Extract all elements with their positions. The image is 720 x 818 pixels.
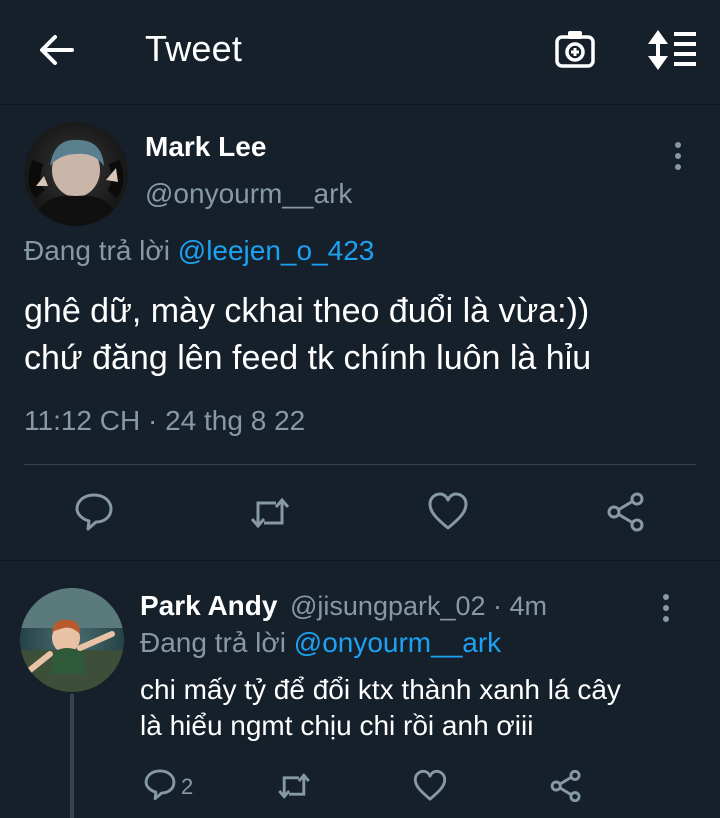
- tweet-text: ghê dữ, mày ckhai theo đuổi là vừa:)) ch…: [24, 288, 704, 382]
- reply-author-name[interactable]: Park Andy: [140, 590, 277, 622]
- avatar[interactable]: [20, 588, 124, 692]
- section-divider: [0, 560, 720, 561]
- replying-mention-link[interactable]: @leejen_o_423: [178, 235, 375, 266]
- avatar-image: [20, 588, 124, 692]
- replying-to: Đang trả lời @leejen_o_423: [24, 235, 374, 267]
- share-icon[interactable]: [604, 490, 648, 534]
- back-arrow-icon[interactable]: [36, 30, 76, 70]
- reply-icon[interactable]: [142, 766, 178, 802]
- avatar-image: [28, 139, 124, 226]
- reply-text-line: chi mấy tỷ để đổi ktx thành xanh lá cây: [140, 674, 621, 705]
- share-icon[interactable]: [548, 768, 584, 804]
- replying-prefix: Đang trả lời: [140, 627, 286, 658]
- retweet-icon[interactable]: [276, 768, 312, 804]
- sort-icon[interactable]: [644, 28, 696, 72]
- reply-count: 2: [181, 774, 194, 799]
- page-title: Tweet: [145, 28, 243, 69]
- like-heart-icon[interactable]: [426, 490, 470, 534]
- tweet-text-line: chứ đăng lên feed tk chính luôn là hỉu: [24, 339, 592, 377]
- top-bar: Tweet: [0, 0, 720, 105]
- tweet-timestamp[interactable]: 11:12 CH · 24 thg 8 22: [24, 405, 305, 437]
- author-name[interactable]: Mark Lee: [145, 131, 266, 163]
- replying-prefix: Đang trả lời: [24, 235, 170, 266]
- replying-to: Đang trả lời @onyourm__ark: [140, 627, 501, 659]
- reply-author-handle-time[interactable]: @jisungpark_02 · 4m: [290, 591, 547, 622]
- author-handle[interactable]: @onyourm__ark: [145, 178, 352, 210]
- more-options-icon[interactable]: [654, 592, 678, 624]
- reply-text: chi mấy tỷ để đổi ktx thành xanh lá cây …: [140, 672, 700, 744]
- like-heart-icon[interactable]: [412, 768, 448, 804]
- thread-line: [70, 694, 74, 818]
- divider: [24, 464, 696, 465]
- tweet-text-line: ghê dữ, mày ckhai theo đuổi là vừa:)): [24, 292, 590, 330]
- avatar[interactable]: [24, 122, 128, 226]
- reply-icon[interactable]: [72, 489, 116, 533]
- more-options-icon[interactable]: [666, 140, 690, 172]
- camera-icon[interactable]: [554, 28, 596, 70]
- replying-mention-link[interactable]: @onyourm__ark: [294, 627, 501, 658]
- reply-text-line: là hiểu ngmt chịu chi rồi anh ơiii: [140, 710, 534, 741]
- retweet-icon[interactable]: [248, 491, 292, 535]
